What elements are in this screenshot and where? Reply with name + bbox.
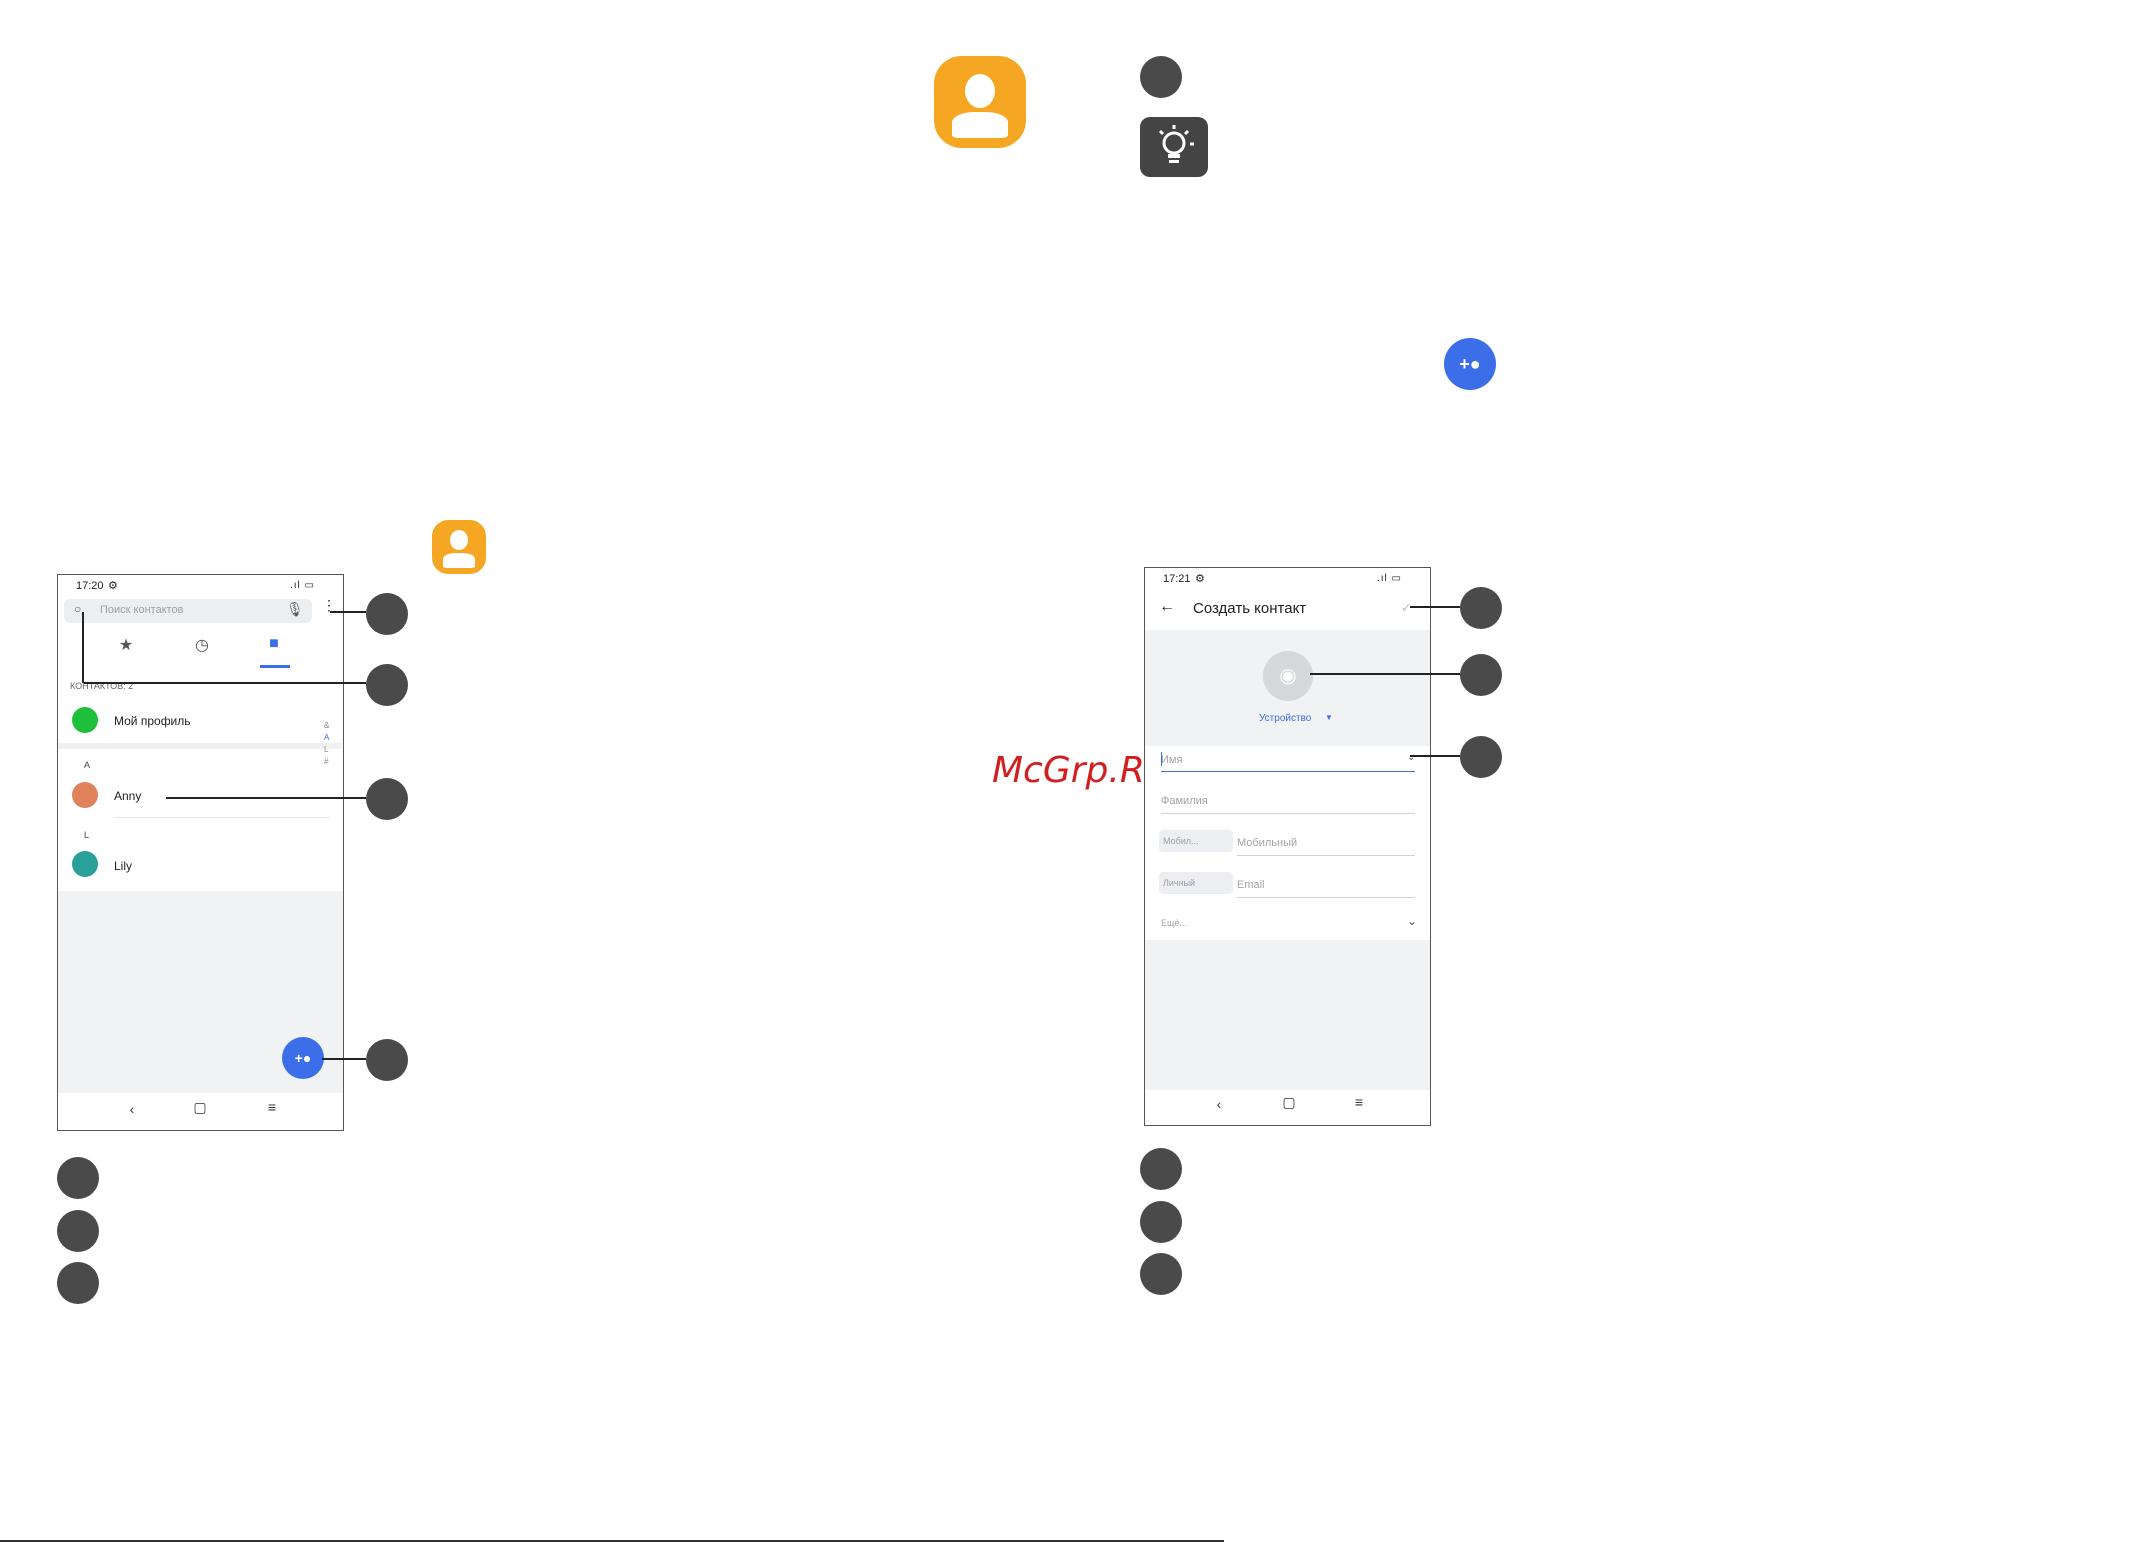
more-fields[interactable]: Ещё...	[1161, 918, 1187, 928]
back-arrow-icon[interactable]: ←	[1159, 598, 1175, 616]
more-icon[interactable]: ⋮	[322, 598, 336, 612]
nav-home-icon[interactable]: ▢	[1279, 1094, 1299, 1111]
callout-line	[322, 1058, 366, 1060]
nav-home-icon[interactable]: ▢	[190, 1099, 210, 1116]
bullet-marker	[1140, 56, 1182, 98]
my-profile[interactable]: Мой профиль	[114, 714, 191, 728]
contacts-app-icon-small	[432, 520, 486, 574]
callout-marker-3	[366, 778, 408, 820]
contacts-tab-icon[interactable]: ■	[262, 635, 286, 653]
contact-lily[interactable]: Lily	[114, 859, 132, 873]
section-letter-l: L	[84, 830, 90, 840]
search-bar[interactable]: ○ Поиск контактов 🎙	[64, 599, 312, 623]
empty-area	[1145, 940, 1430, 1090]
star-icon[interactable]: ★	[114, 635, 138, 655]
chevron-down-icon[interactable]: ⌄	[1407, 914, 1417, 928]
first-name-field[interactable]: Имя	[1161, 754, 1182, 766]
check-icon[interactable]: ✓	[1401, 600, 1412, 616]
signal-battery-icon: .ıl ▭	[290, 580, 316, 591]
email-field[interactable]: Email	[1237, 879, 1265, 891]
chevron-down-icon[interactable]: ▼	[1325, 713, 1333, 722]
settings-icon: ⚙	[108, 580, 118, 592]
index-letter[interactable]: &	[324, 721, 329, 730]
index-letter[interactable]: L	[324, 745, 328, 754]
tip-lightbulb-icon	[1140, 117, 1208, 177]
page-title: Создать контакт	[1193, 600, 1307, 617]
callout-line-vertical	[82, 612, 84, 683]
legend-marker-1	[57, 1157, 99, 1199]
nav-recents-icon[interactable]: ≡	[262, 1099, 282, 1115]
field-underline-active	[1161, 771, 1415, 772]
divider	[58, 743, 342, 749]
status-time: 17:20	[76, 580, 104, 592]
settings-icon: ⚙	[1195, 573, 1205, 585]
callout-line	[1410, 755, 1460, 757]
field-underline	[1237, 897, 1415, 898]
search-icon[interactable]: ○	[74, 602, 81, 616]
nav-recents-icon[interactable]: ≡	[1349, 1094, 1369, 1110]
clock-icon[interactable]: ◷	[190, 635, 214, 655]
index-letter[interactable]: #	[324, 757, 328, 766]
search-input[interactable]: Поиск контактов	[100, 604, 184, 616]
signal-battery-icon: .ıl ▭	[1377, 573, 1403, 584]
contacts-screenshot: 17:20 ⚙ .ıl ▭ ○ Поиск контактов 🎙 ⋮ ★ ◷ …	[57, 574, 344, 1131]
status-time: 17:21	[1163, 573, 1191, 585]
active-tab-indicator	[260, 665, 290, 668]
callout-marker-2	[366, 664, 408, 706]
field-underline	[1237, 855, 1415, 856]
callout-marker-4	[366, 1039, 408, 1081]
callout-line	[1310, 673, 1460, 675]
section-letter-a: A	[84, 760, 91, 770]
callout-marker-1	[1460, 587, 1502, 629]
text-cursor	[1161, 752, 1162, 766]
account-selector[interactable]: Устройство	[1259, 713, 1311, 724]
legend-marker-3	[57, 1262, 99, 1304]
legend-marker-2	[57, 1210, 99, 1252]
row-divider	[114, 817, 330, 818]
field-underline	[1161, 813, 1415, 814]
index-letter[interactable]: A	[324, 733, 329, 742]
add-contact-icon: +●	[1444, 338, 1496, 390]
expand-name-icon[interactable]: ⌄	[1407, 752, 1415, 763]
callout-line	[330, 611, 366, 613]
callout-line	[166, 797, 366, 799]
last-name-field[interactable]: Фамилия	[1161, 795, 1208, 807]
contact-avatar-anny[interactable]	[72, 782, 98, 808]
legend-marker-2	[1140, 1201, 1182, 1243]
nav-back-icon[interactable]: ‹	[122, 1101, 142, 1117]
callout-marker-3	[1460, 736, 1502, 778]
callout-line	[84, 682, 366, 684]
watermark: McGrp.Ru	[992, 750, 1168, 791]
phone-type-select[interactable]: Мобил...	[1159, 830, 1233, 852]
callout-marker-2	[1460, 654, 1502, 696]
contact-avatar-lily[interactable]	[72, 851, 98, 877]
callout-marker-1	[366, 593, 408, 635]
nav-back-icon[interactable]: ‹	[1209, 1096, 1229, 1112]
mic-icon[interactable]: 🎙	[286, 601, 304, 618]
email-type-select[interactable]: Личный	[1159, 872, 1233, 894]
legend-marker-3	[1140, 1253, 1182, 1295]
callout-line	[1410, 606, 1460, 608]
create-contact-screenshot: 17:21 ⚙ .ıl ▭ ← Создать контакт ✓ ◉ Устр…	[1144, 567, 1431, 1126]
phone-field[interactable]: Мобильный	[1237, 837, 1297, 849]
profile-avatar[interactable]	[72, 707, 98, 733]
camera-icon[interactable]: ◉	[1263, 651, 1313, 701]
legend-marker-1	[1140, 1148, 1182, 1190]
contacts-app-icon	[934, 56, 1026, 148]
footer-rule-left	[0, 1540, 1224, 1542]
add-contact-button[interactable]: +●	[282, 1037, 324, 1079]
contact-anny[interactable]: Anny	[114, 789, 141, 803]
